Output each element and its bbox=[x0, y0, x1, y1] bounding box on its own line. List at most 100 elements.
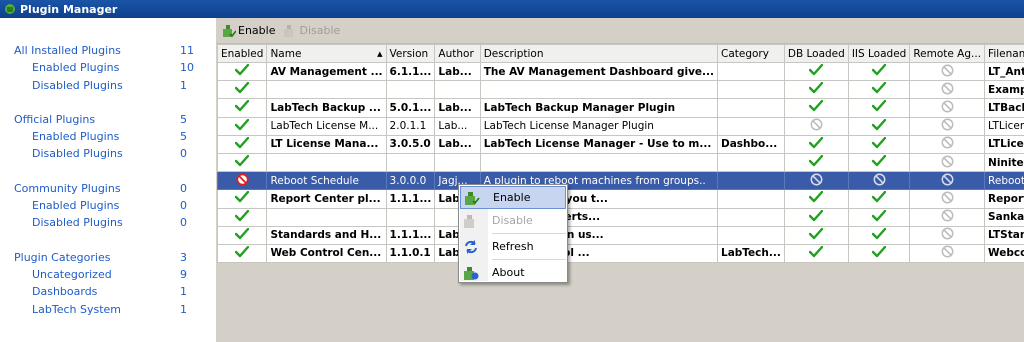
cell-author bbox=[434, 80, 481, 100]
status-cell bbox=[216, 80, 268, 100]
sort-ascending-icon: ▲ bbox=[377, 49, 383, 58]
sidebar-item[interactable]: Dashboards 1 bbox=[0, 283, 216, 300]
column-header[interactable]: Enabled bbox=[216, 44, 268, 63]
column-header[interactable]: Description bbox=[479, 44, 719, 63]
check-icon bbox=[809, 209, 824, 225]
sidebar-item[interactable]: Uncategorized 9 bbox=[0, 266, 216, 283]
cell-author: Lab... bbox=[434, 134, 481, 154]
cell-description: The AV Management Dashboard give... bbox=[479, 61, 719, 82]
sidebar-item-label: Disabled Plugins bbox=[32, 147, 123, 161]
status-cell bbox=[847, 116, 911, 136]
cell-version: 2.0.1.1 bbox=[385, 116, 436, 136]
column-header[interactable]: Category bbox=[717, 44, 785, 63]
check-icon bbox=[809, 227, 824, 243]
status-cell bbox=[909, 225, 986, 245]
disabled-status-icon bbox=[873, 173, 886, 189]
sidebar-item-count: 5 bbox=[180, 130, 187, 144]
context-menu-item-enable[interactable]: Enable bbox=[460, 186, 566, 209]
sidebar-item[interactable]: Enabled Plugins 5 bbox=[0, 128, 216, 145]
table-row[interactable]: LabTech License M... 2.0.1.1 Lab... LabTech… bbox=[216, 116, 1024, 136]
table-row[interactable]: Standards and H...1.1.1...Labt...Health … bbox=[216, 225, 1024, 245]
cell-version: 5.0.1... bbox=[385, 98, 436, 118]
cell-category bbox=[717, 98, 785, 118]
check-icon bbox=[235, 245, 250, 261]
disabled-plugin-icon bbox=[236, 173, 249, 189]
table-row[interactable]: Web Control Cen...1.1.0.1Lab...ch Web Co… bbox=[216, 243, 1024, 264]
status-cell bbox=[216, 189, 268, 209]
status-cell bbox=[216, 243, 268, 264]
sidebar-item[interactable]: Disabled Plugins 0 bbox=[0, 145, 216, 162]
context-menu-label: About bbox=[492, 266, 525, 279]
table-row[interactable]: Reboot Schedule 3.0.0.0 Jagj... A plugin to… bbox=[216, 171, 1024, 191]
status-cell bbox=[783, 225, 849, 245]
sidebar-group-header[interactable]: Plugin Categories 3 bbox=[0, 249, 216, 266]
disable-button[interactable]: Disable bbox=[283, 24, 340, 38]
enable-button[interactable]: Enable bbox=[222, 24, 275, 38]
table-row[interactable]: Report Center pl...1.1.1...Lab...plugin … bbox=[216, 189, 1024, 209]
disabled-status-icon bbox=[941, 191, 954, 207]
status-cell bbox=[783, 61, 849, 82]
disabled-status-icon bbox=[941, 136, 954, 152]
status-cell bbox=[909, 243, 986, 264]
sidebar-group-header[interactable]: All Installed Plugins 11 bbox=[0, 42, 216, 59]
cell-category bbox=[717, 61, 785, 82]
context-menu: Enable Disable Refresh About bbox=[458, 184, 568, 283]
sidebar-item[interactable]: Enabled Plugins 10 bbox=[0, 59, 216, 76]
cell-version: 1.1.0.1 bbox=[385, 243, 436, 264]
table-row[interactable]: gin to send alerts...SankalpI... bbox=[216, 207, 1024, 227]
column-header-label: Version bbox=[389, 47, 429, 60]
sidebar-item[interactable]: Enabled Plugins 0 bbox=[0, 197, 216, 214]
table-row[interactable]: AV Management ... 6.1.1... Lab... The AV Ma… bbox=[216, 61, 1024, 82]
status-cell bbox=[783, 116, 849, 136]
table-row[interactable]: Example... bbox=[216, 80, 1024, 100]
cell-name: LabTech Backup ... bbox=[266, 98, 387, 118]
context-menu-label: Enable bbox=[493, 191, 531, 204]
column-header[interactable]: Author bbox=[434, 44, 481, 63]
sidebar-item[interactable]: Disabled Plugins 1 bbox=[0, 77, 216, 94]
window-titlebar: Plugin Manager bbox=[0, 0, 1024, 18]
cell-description bbox=[479, 80, 719, 100]
check-icon bbox=[871, 63, 887, 79]
status-cell bbox=[216, 134, 268, 154]
table-row[interactable]: LT License Mana... 3.0.5.0 Lab... LabTech L… bbox=[216, 134, 1024, 154]
plugin-enable-icon bbox=[461, 188, 483, 208]
column-header[interactable]: Remote Ag... bbox=[909, 44, 986, 63]
check-icon bbox=[809, 154, 824, 170]
status-cell bbox=[783, 243, 849, 264]
check-icon bbox=[235, 209, 250, 225]
cell-category bbox=[717, 116, 785, 136]
status-cell bbox=[783, 152, 849, 173]
column-header[interactable]: Name ▲ bbox=[266, 44, 387, 63]
context-menu-item-about[interactable]: About bbox=[460, 261, 566, 284]
column-header[interactable]: IIS Loaded bbox=[847, 44, 911, 63]
context-menu-item-refresh[interactable]: Refresh bbox=[460, 235, 566, 258]
cell-category: LabTech... bbox=[717, 243, 785, 264]
sidebar-item-label: LabTech System bbox=[32, 302, 122, 316]
cell-description: LabTech Backup Manager Plugin bbox=[479, 98, 719, 118]
sidebar-item-label: Enabled Plugins bbox=[32, 61, 120, 75]
sidebar-group-header[interactable]: Official Plugins 5 bbox=[0, 111, 216, 128]
cell-name: LabTech License M... bbox=[266, 116, 387, 136]
check-icon bbox=[235, 191, 250, 206]
cell-version: 1.1.1... bbox=[385, 189, 436, 209]
column-header[interactable]: Filename bbox=[984, 44, 1024, 63]
table-row[interactable]: NiniteGo... bbox=[216, 152, 1024, 173]
sidebar-item-count: 11 bbox=[180, 44, 194, 57]
sidebar-item-count: 10 bbox=[180, 61, 194, 75]
sidebar-group-header[interactable]: Community Plugins 0 bbox=[0, 180, 216, 197]
cell-filename: LTLicens... bbox=[984, 134, 1024, 154]
sidebar-item-label: Disabled Plugins bbox=[32, 216, 123, 230]
column-header[interactable]: DB Loaded bbox=[783, 44, 849, 63]
disabled-status-icon bbox=[941, 173, 954, 189]
status-cell bbox=[847, 243, 911, 264]
cell-category bbox=[717, 225, 785, 245]
status-cell bbox=[909, 134, 986, 154]
status-cell bbox=[847, 80, 911, 100]
sidebar-item[interactable]: LabTech System 1 bbox=[0, 301, 216, 318]
table-row[interactable]: LabTech Backup ... 5.0.1... Lab... LabTech … bbox=[216, 98, 1024, 118]
sidebar-group: All Installed Plugins 11 Enabled Plugins 10… bbox=[0, 42, 216, 94]
sidebar-item[interactable]: Disabled Plugins 0 bbox=[0, 214, 216, 231]
column-header[interactable]: Version bbox=[385, 44, 436, 63]
cell-description: LabTech License Manager - Use to m... bbox=[479, 134, 719, 154]
sidebar-item-label: Enabled Plugins bbox=[32, 130, 120, 144]
